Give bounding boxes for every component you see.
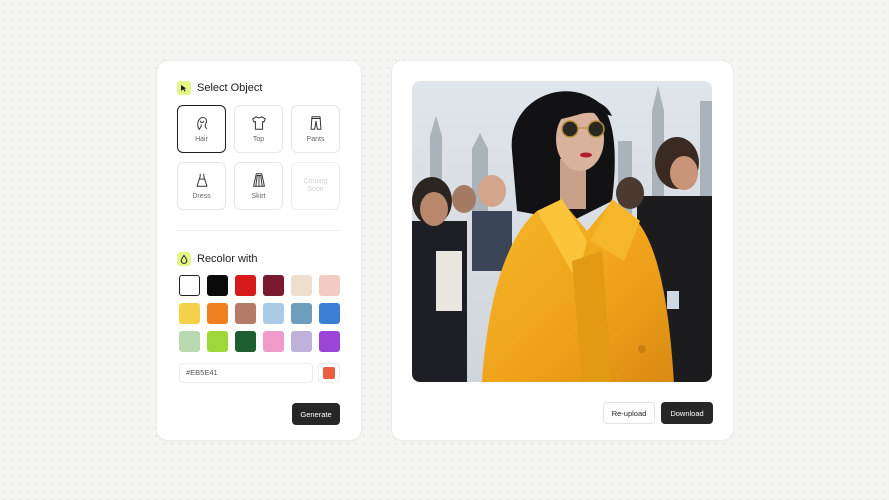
object-option-coming-soon: Coming Soon [291, 162, 340, 210]
object-option-hair[interactable]: Hair [177, 105, 226, 153]
hair-icon [196, 117, 207, 130]
color-swatch[interactable] [179, 331, 200, 352]
object-option-top[interactable]: Top [234, 105, 283, 153]
preview-panel: Re-upload Download [391, 60, 734, 441]
cursor-select-icon [177, 81, 191, 95]
color-swatch[interactable] [263, 303, 284, 324]
object-option-label: Dress [192, 193, 211, 200]
object-option-label: Coming Soon [303, 178, 328, 193]
object-option-pants[interactable]: Pants [291, 105, 340, 153]
tshirt-icon [251, 116, 266, 130]
color-swatch[interactable] [263, 331, 284, 352]
droplet-icon [177, 252, 191, 266]
generate-button[interactable]: Generate [292, 403, 340, 425]
color-preview-swatch [323, 367, 335, 379]
download-button[interactable]: Download [661, 402, 713, 424]
pants-icon [310, 116, 321, 130]
color-preview-button[interactable] [318, 363, 340, 383]
recolor-title: Recolor with [197, 253, 258, 265]
color-swatch[interactable] [319, 275, 340, 296]
color-swatch[interactable] [235, 331, 256, 352]
dress-icon [196, 173, 207, 187]
object-grid: Hair Top Pants Dress Skirt Coming Soon [177, 105, 340, 210]
select-object-header: Select Object [177, 81, 262, 95]
color-swatch[interactable] [207, 275, 228, 296]
color-swatch[interactable] [319, 303, 340, 324]
object-option-label: Hair [195, 136, 208, 143]
select-object-title: Select Object [197, 82, 263, 94]
color-swatch[interactable] [319, 331, 340, 352]
object-option-dress[interactable]: Dress [177, 162, 226, 210]
color-swatch[interactable] [207, 331, 228, 352]
photo-illustration [412, 81, 712, 382]
color-swatch[interactable] [291, 275, 312, 296]
preview-image [412, 81, 712, 382]
object-option-label: Skirt [251, 193, 266, 200]
skirt-icon [252, 173, 265, 187]
object-option-label: Pants [306, 136, 325, 143]
color-swatch[interactable] [179, 275, 200, 296]
color-swatch[interactable] [207, 303, 228, 324]
reupload-button[interactable]: Re-upload [603, 402, 655, 424]
color-swatch[interactable] [263, 275, 284, 296]
color-swatch[interactable] [291, 331, 312, 352]
object-option-label: Top [252, 136, 265, 143]
color-swatch[interactable] [235, 275, 256, 296]
object-option-skirt[interactable]: Skirt [234, 162, 283, 210]
control-panel: Select Object Hair Top Pants Dress Skirt… [156, 60, 362, 441]
section-divider [177, 230, 341, 231]
color-swatch[interactable] [179, 303, 200, 324]
hex-color-input[interactable]: #EB5E41 [179, 363, 313, 383]
recolor-header: Recolor with [177, 252, 258, 266]
color-swatch-grid [179, 275, 340, 352]
color-swatch[interactable] [291, 303, 312, 324]
color-swatch[interactable] [235, 303, 256, 324]
